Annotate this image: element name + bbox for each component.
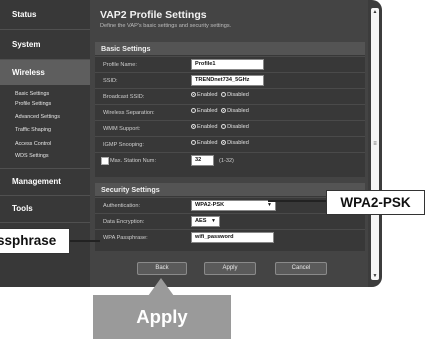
authentication-select[interactable]: WPA2-PSK ▼ [191, 200, 276, 211]
igmp-disabled-radio[interactable] [221, 140, 227, 146]
security-settings-header: Security Settings [95, 183, 365, 196]
wireless-separation-row: Wireless Separation: Enabled Disabled [95, 104, 365, 121]
scroll-grip-icon[interactable]: ≡ [371, 141, 379, 147]
radio-label: Enabled [197, 140, 218, 146]
page-description: Define the VAP's basic settings and secu… [100, 23, 232, 29]
separation-disabled-radio[interactable] [221, 108, 227, 114]
broadcast-enabled-radio[interactable] [191, 92, 196, 98]
nav-wireless[interactable]: Wireless [0, 60, 90, 85]
apply-button[interactable]: Apply [204, 262, 256, 275]
wpa-passphrase-label: WPA Passphrase: [103, 235, 148, 241]
ssid-label: SSID: [103, 78, 118, 84]
passphrase-callout: ssphrase [0, 228, 70, 254]
passphrase-callout-line [66, 240, 100, 242]
nav-access-control[interactable]: Access Control [15, 141, 51, 147]
wmm-disabled-radio[interactable] [221, 124, 227, 130]
radio-label: Disabled [227, 108, 249, 114]
ssid-input[interactable]: TRENDnet734_5GHz [191, 75, 264, 86]
broadcast-ssid-row: Broadcast SSID: Enabled Disabled [95, 88, 365, 105]
radio-label: Disabled [227, 124, 249, 130]
nav-management[interactable]: Management [0, 169, 90, 195]
max-station-range: (1-32) [219, 158, 234, 164]
profile-name-input[interactable]: Profile1 [191, 59, 264, 70]
igmp-snooping-label: IGMP Snooping: [103, 142, 144, 148]
wireless-separation-label: Wireless Separation: [103, 110, 155, 116]
wpa2-callout: WPA2-PSK [326, 190, 425, 215]
data-encryption-select[interactable]: AES ▼ [191, 216, 220, 227]
nav-advanced-settings[interactable]: Advanced Settings [15, 114, 60, 120]
nav-wds-settings[interactable]: WDS Settings [15, 153, 49, 159]
nav-profile-settings[interactable]: Profile Settings [15, 101, 51, 107]
igmp-snooping-row: IGMP Snooping: Enabled Disabled [95, 136, 365, 153]
nav-system[interactable]: System [0, 30, 90, 59]
nav-traffic-shaping[interactable]: Traffic Shaping [15, 127, 51, 133]
authentication-label: Authentication: [103, 203, 141, 209]
basic-settings-header: Basic Settings [95, 42, 365, 55]
wmm-support-label: WMM Support: [103, 126, 141, 132]
radio-label: Disabled [227, 140, 249, 146]
back-button[interactable]: Back [137, 262, 187, 275]
scroll-down-icon[interactable]: ▼ [371, 272, 379, 280]
profile-name-label: Profile Name: [103, 62, 137, 68]
basic-settings-panel: Basic Settings Profile Name: Profile1 SS… [95, 42, 365, 177]
dropdown-arrow-icon: ▼ [211, 218, 216, 224]
wpa-passphrase-input[interactable]: wifi_password [191, 232, 274, 243]
ssid-row: SSID: TRENDnet734_5GHz [95, 72, 365, 89]
max-station-row: Max. Station Num: 32 (1-32) [95, 152, 365, 169]
radio-label: Enabled [197, 108, 218, 114]
max-station-checkbox[interactable] [101, 157, 109, 165]
profile-name-row: Profile Name: Profile1 [95, 56, 365, 73]
scroll-up-icon[interactable]: ▲ [371, 8, 379, 16]
radio-label: Enabled [197, 124, 218, 130]
nav-tools[interactable]: Tools [0, 196, 90, 222]
separation-enabled-radio[interactable] [191, 108, 196, 114]
radio-label: Disabled [227, 92, 249, 98]
data-encryption-row: Data Encryption: AES ▼ [95, 213, 365, 230]
data-encryption-label: Data Encryption: [103, 219, 145, 225]
broadcast-ssid-radios: Enabled Disabled [191, 92, 249, 98]
broadcast-ssid-label: Broadcast SSID: [103, 94, 145, 100]
nav-status[interactable]: Status [0, 0, 90, 29]
apply-callout: Apply [93, 295, 231, 339]
authentication-value: WPA2-PSK [195, 202, 225, 208]
nav-separator [0, 222, 90, 223]
nav-basic-settings[interactable]: Basic Settings [15, 91, 49, 97]
igmp-snooping-radios: Enabled Disabled [191, 140, 249, 146]
max-station-label: Max. Station Num: [110, 158, 157, 164]
dropdown-arrow-icon: ▼ [267, 202, 272, 208]
main-content: VAP2 Profile Settings Define the VAP's b… [90, 0, 368, 287]
radio-label: Enabled [197, 92, 218, 98]
wmm-enabled-radio[interactable] [191, 124, 196, 130]
wireless-separation-radios: Enabled Disabled [191, 108, 249, 114]
igmp-enabled-radio[interactable] [191, 140, 196, 146]
security-settings-panel: Security Settings Authentication: WPA2-P… [95, 183, 365, 251]
wpa-passphrase-row: WPA Passphrase: wifi_password [95, 229, 365, 246]
wmm-support-radios: Enabled Disabled [191, 124, 249, 130]
vertical-scrollbar[interactable]: ▲ ≡ ▼ [371, 8, 379, 280]
max-station-input[interactable]: 32 [191, 155, 214, 166]
wpa2-callout-line [268, 200, 328, 202]
apply-callout-label: Apply [136, 306, 188, 327]
wmm-support-row: WMM Support: Enabled Disabled [95, 120, 365, 137]
page-title: VAP2 Profile Settings [100, 9, 207, 21]
cancel-button[interactable]: Cancel [275, 262, 327, 275]
arrow-up-icon [148, 278, 174, 296]
data-encryption-value: AES [195, 218, 207, 224]
broadcast-disabled-radio[interactable] [221, 92, 227, 98]
